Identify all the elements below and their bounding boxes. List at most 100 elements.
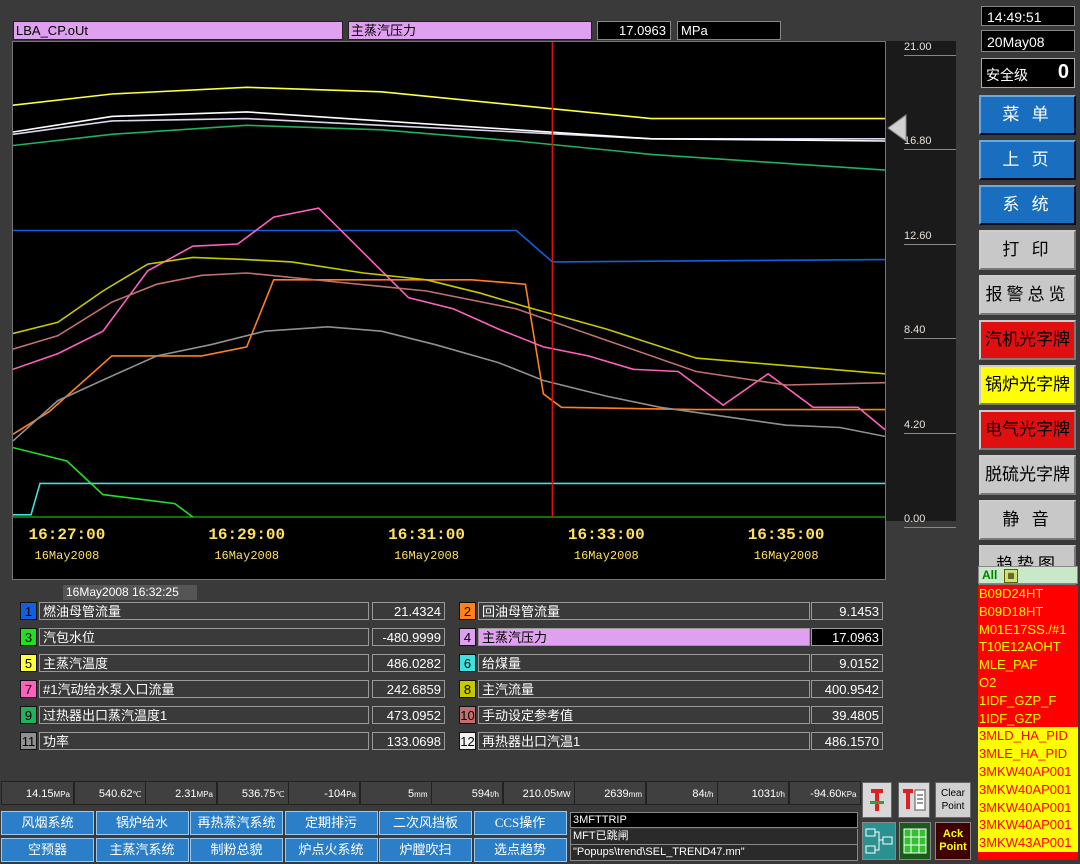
legend-series-number[interactable]: 6 bbox=[459, 654, 476, 672]
cursor-timestamp: 16May2008 16:32:25 bbox=[63, 585, 197, 600]
y-tick-label: 4.20 bbox=[904, 418, 926, 431]
legend-series-name[interactable]: 功率 bbox=[39, 732, 369, 750]
nav-button[interactable]: 锅炉给水 bbox=[95, 811, 189, 835]
menu-button-2[interactable]: 系 统 bbox=[979, 185, 1076, 225]
nav-button[interactable]: 制粉总貌 bbox=[190, 838, 283, 862]
legend-series-number[interactable]: 9 bbox=[20, 706, 37, 724]
trend-tag-name: LBA_CP.oUt bbox=[13, 21, 343, 40]
x-tick-date: 16May2008 bbox=[35, 549, 100, 563]
alarm-item[interactable]: 3MKW40AP001 bbox=[978, 762, 1078, 781]
alarm-item[interactable]: T10E12AOHT bbox=[978, 638, 1078, 656]
ack-point-button[interactable]: Ack Point bbox=[935, 822, 971, 860]
trend-series-10 bbox=[13, 272, 885, 386]
alarm-item[interactable]: M01E17SS./#1 bbox=[978, 621, 1078, 639]
grid-button[interactable] bbox=[899, 822, 931, 860]
clear-point-button[interactable]: Clear Point bbox=[935, 782, 971, 818]
nav-button[interactable]: 选点趋势 bbox=[473, 838, 567, 862]
legend-series-name[interactable]: 再热器出口汽温1 bbox=[478, 732, 810, 750]
legend-series-number[interactable]: 7 bbox=[20, 680, 37, 698]
x-tick-date: 16May2008 bbox=[214, 549, 279, 563]
menu-button-5[interactable]: 汽机光字牌 bbox=[979, 320, 1076, 360]
legend-series-name[interactable]: 过热器出口蒸汽温度1 bbox=[39, 706, 369, 724]
menu-button-8[interactable]: 脱硫光字牌 bbox=[979, 455, 1076, 495]
legend-series-number[interactable]: 1 bbox=[20, 602, 37, 620]
trend-chart-panel[interactable]: 16:27:00 16May2008 16:29:00 16May2008 16:31:… bbox=[12, 41, 886, 580]
legend-series-name[interactable]: 燃油母管流量 bbox=[39, 602, 369, 620]
legend-series-number[interactable]: 2 bbox=[459, 602, 476, 620]
alarm-item[interactable]: B09D18HT bbox=[978, 603, 1078, 621]
legend-series-value: -480.9999 bbox=[372, 628, 445, 646]
nav-button[interactable]: 炉膛吹扫 bbox=[379, 838, 472, 862]
trend-series-12 bbox=[13, 111, 885, 142]
legend-series-number[interactable]: 12 bbox=[459, 732, 476, 750]
grid-icon bbox=[903, 828, 927, 854]
menu-button-3[interactable]: 打 印 bbox=[979, 230, 1076, 270]
trend-chart-plot[interactable]: 16:27:00 16May2008 16:29:00 16May2008 16:31:… bbox=[13, 42, 885, 579]
nav-button[interactable]: 风烟系统 bbox=[1, 811, 94, 835]
alarm-filter-bar[interactable]: All ▦ bbox=[978, 566, 1078, 584]
legend-series-number[interactable]: 3 bbox=[20, 628, 37, 646]
alarm-item[interactable]: 3MKW40AP001 bbox=[978, 780, 1078, 799]
alarm-item[interactable]: O2 bbox=[978, 674, 1078, 692]
legend-series-number[interactable]: 10 bbox=[459, 706, 476, 724]
alarm-item[interactable]: 3MLE_HA_PID bbox=[978, 745, 1078, 763]
legend-series-value: 133.0698 bbox=[372, 732, 445, 750]
nav-button[interactable]: CCS操作 bbox=[473, 811, 567, 835]
alarm-item[interactable]: 1IDF_GZP_F bbox=[978, 692, 1078, 710]
y-tick-mark bbox=[904, 432, 956, 434]
x-tick-time: 16:33:00 bbox=[568, 526, 645, 544]
y-tick-mark bbox=[904, 338, 956, 340]
legend-series-name[interactable]: #1汽动给水泵入口流量 bbox=[39, 680, 369, 698]
status-value: 594t/h bbox=[431, 781, 503, 805]
alarm-item[interactable]: 1IDF_GZP bbox=[978, 710, 1078, 728]
menu-button-6[interactable]: 锅炉光字牌 bbox=[979, 365, 1076, 405]
nav-button[interactable]: 空预器 bbox=[1, 838, 94, 862]
alarm-filter-all[interactable]: All bbox=[982, 568, 997, 582]
y-tick-label: 21.00 bbox=[904, 41, 932, 53]
alarm-item[interactable]: 3MLD_HA_PID bbox=[978, 727, 1078, 746]
trend-icon bbox=[870, 789, 884, 811]
menu-button-1[interactable]: 上 页 bbox=[979, 140, 1076, 180]
legend-series-name[interactable]: 汽包水位 bbox=[39, 628, 369, 646]
legend-series-number[interactable]: 11 bbox=[20, 732, 37, 750]
legend-series-number[interactable]: 4 bbox=[459, 628, 476, 646]
legend-series-number[interactable]: 5 bbox=[20, 654, 37, 672]
filter-icon[interactable]: ▦ bbox=[1004, 569, 1018, 583]
trend-series-1 bbox=[13, 229, 885, 263]
nav-button[interactable]: 再热蒸汽系统 bbox=[190, 811, 283, 835]
trend-tool-button[interactable] bbox=[862, 782, 892, 818]
menu-button-0[interactable]: 菜 单 bbox=[979, 95, 1076, 135]
menu-button-4[interactable]: 报警总览 bbox=[979, 275, 1076, 315]
trend-point-unit: MPa bbox=[677, 21, 781, 40]
trend-series-5 bbox=[13, 86, 885, 120]
legend-series-name[interactable]: 主蒸汽压力 bbox=[478, 628, 810, 646]
security-level-box: 安全级 0 bbox=[981, 58, 1075, 88]
nav-button[interactable]: 炉点火系统 bbox=[284, 838, 378, 862]
legend-series-value: 21.4324 bbox=[372, 602, 445, 620]
network-button[interactable] bbox=[862, 822, 896, 860]
status-value: 1031t/h bbox=[717, 781, 789, 805]
nav-button[interactable]: 主蒸汽系统 bbox=[95, 838, 189, 862]
menu-button-7[interactable]: 电气光字牌 bbox=[979, 410, 1076, 450]
legend-series-name[interactable]: 手动设定参考值 bbox=[478, 706, 810, 724]
legend-series-name[interactable]: 主汽流量 bbox=[478, 680, 810, 698]
alarm-item[interactable]: MLE_PAF bbox=[978, 656, 1078, 674]
legend-series-name[interactable]: 回油母管流量 bbox=[478, 602, 810, 620]
legend-series-name[interactable]: 主蒸汽温度 bbox=[39, 654, 369, 672]
legend-series-value: 400.9542 bbox=[811, 680, 883, 698]
y-scroll-thumb[interactable] bbox=[886, 113, 908, 143]
nav-button[interactable]: 定期排污 bbox=[284, 811, 378, 835]
menu-button-9[interactable]: 静 音 bbox=[979, 500, 1076, 540]
x-tick-time: 16:31:00 bbox=[388, 526, 465, 544]
legend-series-number[interactable]: 8 bbox=[459, 680, 476, 698]
legend-series-name[interactable]: 给煤量 bbox=[478, 654, 810, 672]
alarm-item[interactable]: B09D24HT bbox=[978, 585, 1078, 603]
y-tick-mark bbox=[904, 243, 956, 245]
alarm-item[interactable]: 3MKW43AP001 bbox=[978, 834, 1078, 852]
trend-list-button[interactable] bbox=[898, 782, 930, 818]
alarm-item[interactable]: 3MKW40AP001 bbox=[978, 816, 1078, 835]
alarm-list[interactable]: B09D24HT B09D18HT M01E17SS./#1 T10E12AOHT ML… bbox=[978, 585, 1078, 860]
nav-button[interactable]: 二次风挡板 bbox=[379, 811, 472, 835]
alarm-item[interactable]: 3MKW40AP001 bbox=[978, 798, 1078, 817]
x-tick-time: 16:29:00 bbox=[208, 526, 285, 544]
